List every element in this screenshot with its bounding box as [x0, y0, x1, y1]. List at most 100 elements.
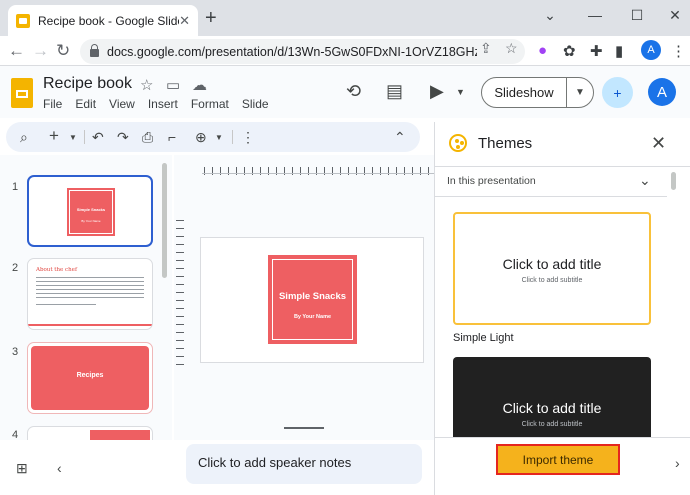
slide-thumbnail-1[interactable]: Simple Snacks By Your Name	[27, 175, 153, 247]
browser-tab-bar: Recipe book - Google Slides ✕ + ⌄ — ☐ ✕	[0, 0, 690, 36]
new-slide-icon[interactable]: +	[49, 126, 59, 146]
thumb-title: Recipes	[76, 372, 104, 379]
new-tab-button[interactable]: +	[205, 7, 217, 30]
print-icon[interactable]: ⎙	[142, 129, 153, 146]
menu-edit[interactable]: Edit	[75, 97, 96, 111]
extension-icon[interactable]: ●	[538, 42, 547, 59]
slide-filmstrip: 1 Simple Snacks By Your Name 2 About the…	[0, 155, 172, 440]
omnibox[interactable]: docs.google.com/presentation/d/13Wn-5GwS…	[80, 39, 525, 64]
chrome-menu-icon[interactable]: ⋮	[671, 42, 686, 60]
current-slide[interactable]: Simple Snacks By Your Name	[200, 237, 424, 363]
themes-panel: Themes ✕ In this presentation ⌄ Click to…	[434, 122, 690, 495]
slides-logo-icon[interactable]	[11, 78, 33, 108]
theme-card-title: Click to add title	[502, 256, 602, 272]
slides-favicon-icon	[16, 13, 30, 28]
tab-close-icon[interactable]: ✕	[179, 13, 190, 29]
theme-name: Simple Light	[453, 332, 514, 344]
extensions-puzzle-icon[interactable]: ✚	[590, 42, 603, 60]
comments-icon[interactable]: ▤	[386, 81, 403, 102]
slide-number: 1	[12, 181, 19, 193]
slide-number: 3	[12, 346, 19, 358]
slide-number: 4	[12, 429, 19, 440]
slide-thumbnail-2[interactable]: About the chef	[27, 258, 153, 330]
forward-arrow-icon[interactable]: →	[32, 41, 49, 61]
in-presentation-section[interactable]: In this presentation	[447, 175, 536, 187]
menu-insert[interactable]: Insert	[148, 97, 178, 111]
url-text[interactable]: docs.google.com/presentation/d/13Wn-5GwS…	[107, 45, 477, 59]
filmstrip-scrollbar[interactable]	[162, 163, 167, 278]
tab-title: Recipe book - Google Slides	[38, 13, 180, 28]
meet-video-icon[interactable]: ▶	[430, 81, 444, 102]
bookmark-star-icon[interactable]: ☆	[505, 40, 518, 57]
new-slide-dropdown-icon[interactable]: ▼	[69, 133, 77, 142]
collapse-toolbar-icon[interactable]: ⌃	[394, 129, 406, 146]
back-arrow-icon[interactable]: ←	[8, 41, 25, 61]
title-card[interactable]: Simple Snacks By Your Name	[268, 255, 357, 344]
tab-search-icon[interactable]: ⌄	[530, 0, 570, 30]
slide-thumbnail-3[interactable]: Recipes	[27, 342, 153, 414]
address-bar-row: ← → ↻ docs.google.com/presentation/d/13W…	[0, 36, 690, 66]
window-close-button[interactable]: ✕	[655, 0, 690, 30]
collapse-filmstrip-icon[interactable]: ‹	[57, 460, 62, 476]
undo-icon[interactable]: ↶	[92, 129, 104, 146]
theme-card-subtitle: Click to add subtitle	[521, 277, 583, 284]
menu-format[interactable]: Format	[191, 97, 229, 111]
theme-card-title: Click to add title	[502, 400, 602, 416]
expand-panel-icon[interactable]: ›	[675, 455, 680, 471]
slide-number: 2	[12, 262, 19, 274]
maximize-button[interactable]: ☐	[617, 0, 657, 30]
share-button[interactable]: +	[602, 77, 633, 108]
zoom-dropdown-icon[interactable]: ▼	[215, 133, 223, 142]
cloud-status-icon[interactable]: ☁	[192, 76, 207, 94]
meet-dropdown-icon[interactable]: ▼	[456, 87, 465, 97]
toolbar-divider	[232, 130, 233, 144]
browser-tab[interactable]: Recipe book - Google Slides ✕	[8, 5, 198, 36]
slide-subtitle[interactable]: By Your Name	[268, 314, 357, 320]
menu-slide[interactable]: Slide	[242, 97, 269, 111]
toolbar-divider	[84, 130, 85, 144]
minimize-button[interactable]: —	[575, 0, 615, 30]
document-title[interactable]: Recipe book	[43, 75, 132, 93]
move-folder-icon[interactable]: ▭	[166, 76, 180, 94]
more-options-icon[interactable]: ⋮	[241, 129, 255, 146]
share-page-icon[interactable]: ⇪	[480, 40, 492, 57]
slideshow-dropdown-icon[interactable]: ▼	[567, 87, 593, 98]
speaker-notes[interactable]: Click to add speaker notes	[186, 444, 422, 484]
slideshow-label[interactable]: Slideshow	[482, 78, 567, 107]
menu-file[interactable]: File	[43, 97, 62, 111]
account-avatar[interactable]: A	[648, 78, 676, 106]
thumb-card: Simple Snacks By Your Name	[67, 188, 115, 236]
theme-card-dark[interactable]: Click to add title Click to add subtitle	[453, 357, 651, 437]
slides-header: Recipe book ☆ ▭ ☁ File Edit View Insert …	[0, 66, 690, 118]
chevron-down-icon[interactable]: ⌄	[639, 172, 651, 189]
themes-scrollbar[interactable]	[671, 172, 676, 190]
slide-thumbnail-4[interactable]	[27, 426, 153, 440]
add-person-icon: +	[613, 84, 622, 101]
thumb-subtitle: By Your Name	[81, 219, 101, 223]
browser-profile-avatar[interactable]: A	[641, 40, 661, 60]
menu-view[interactable]: View	[109, 97, 135, 111]
theme-card-simple-light[interactable]: Click to add title Click to add subtitle	[453, 212, 651, 325]
thumb-body-lines	[36, 277, 144, 299]
extension-icon-2[interactable]: ✿	[563, 42, 576, 60]
notes-resize-handle[interactable]	[284, 427, 324, 429]
slideshow-button[interactable]: Slideshow ▼	[481, 77, 594, 108]
slide-canvas-area: Simple Snacks By Your Name	[174, 155, 434, 440]
themes-title: Themes	[478, 135, 533, 152]
close-icon[interactable]: ✕	[651, 133, 666, 154]
palette-icon	[449, 134, 467, 152]
reload-icon[interactable]: ↻	[56, 41, 70, 61]
star-icon[interactable]: ☆	[140, 76, 153, 94]
slide-title[interactable]: Simple Snacks	[268, 291, 357, 302]
version-history-icon[interactable]: ⟲	[346, 81, 361, 102]
grid-view-icon[interactable]: ⊞	[16, 460, 28, 477]
search-menus-icon[interactable]: ⌕	[20, 129, 28, 146]
paint-format-icon[interactable]: ⌐	[168, 129, 176, 145]
import-theme-button[interactable]: Import theme	[496, 444, 620, 475]
vertical-ruler	[176, 217, 184, 365]
zoom-icon[interactable]: ⊕	[195, 129, 207, 146]
redo-icon[interactable]: ↷	[117, 129, 129, 146]
editing-toolbar: ⌕ + ▼ ↶ ↷ ⎙ ⌐ ⊕ ▼ ⋮ ⌃	[6, 122, 420, 152]
side-panel-icon[interactable]: ▮	[615, 42, 623, 60]
lock-icon[interactable]	[90, 44, 99, 57]
